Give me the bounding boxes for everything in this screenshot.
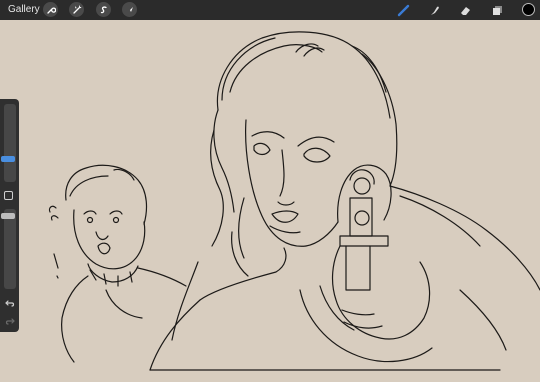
- modify-square-icon[interactable]: [4, 191, 13, 200]
- brush-icon[interactable]: [396, 3, 410, 17]
- sketch-artwork: [48, 31, 540, 371]
- redo-icon[interactable]: [3, 314, 16, 327]
- drawing-canvas[interactable]: [0, 20, 540, 377]
- color-swatch[interactable]: [522, 3, 535, 16]
- brush-size-thumb[interactable]: [1, 156, 15, 162]
- selection-icon[interactable]: [96, 2, 111, 17]
- magic-wand-icon[interactable]: [69, 2, 84, 17]
- left-sidebar: [0, 99, 19, 332]
- brush-size-slider[interactable]: [4, 104, 16, 182]
- opacity-slider[interactable]: [4, 209, 16, 289]
- gallery-button[interactable]: Gallery: [8, 4, 40, 15]
- eraser-icon[interactable]: [458, 3, 472, 17]
- undo-icon[interactable]: [3, 296, 16, 309]
- layers-icon[interactable]: [490, 3, 504, 17]
- transform-arrow-icon[interactable]: [122, 2, 137, 17]
- smudge-icon[interactable]: [427, 3, 441, 17]
- opacity-thumb[interactable]: [1, 213, 15, 219]
- wrench-icon[interactable]: [43, 2, 58, 17]
- top-toolbar: Gallery: [0, 0, 540, 20]
